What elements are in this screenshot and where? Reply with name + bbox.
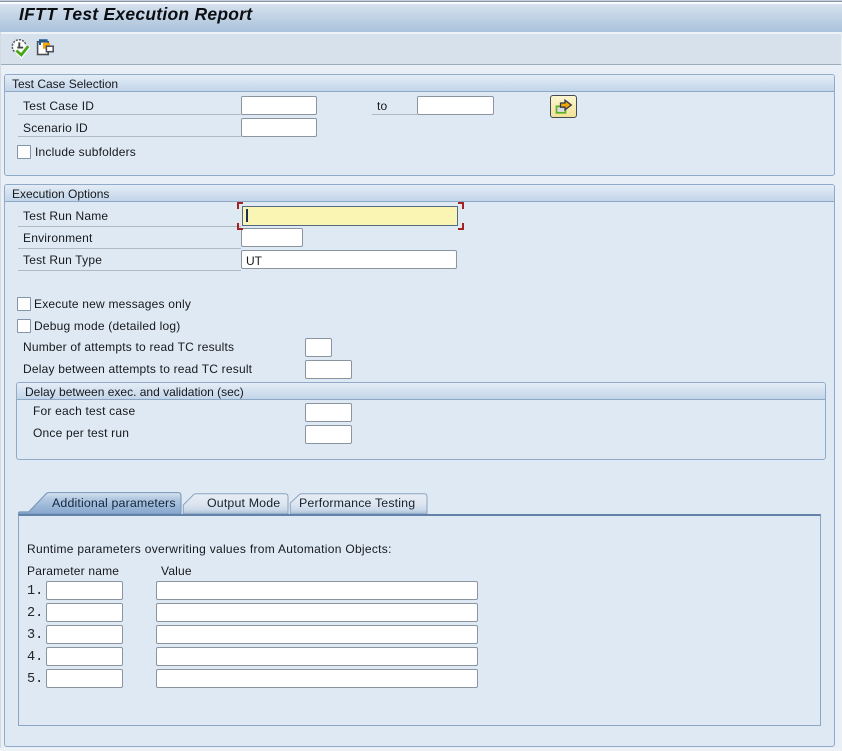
svg-text:Output Mode: Output Mode [207, 496, 280, 510]
svg-text:Performance Testing: Performance Testing [299, 496, 415, 510]
svg-text:Additional parameters: Additional parameters [52, 496, 176, 510]
